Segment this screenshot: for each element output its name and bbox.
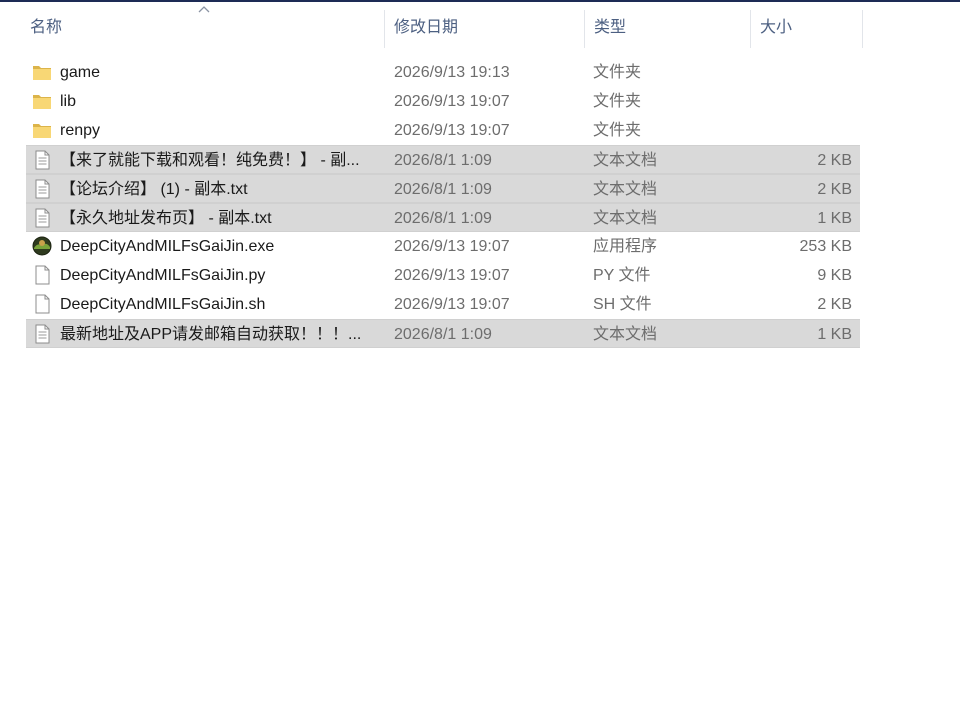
folder-icon — [32, 91, 52, 111]
file-type: 应用程序 — [593, 238, 658, 255]
blank-file-icon — [32, 294, 52, 314]
file-size: 9 KB — [817, 267, 852, 284]
folder-icon — [32, 62, 52, 82]
file-type: 文本文档 — [593, 210, 658, 227]
file-list: game 2026/9/13 19:13 文件夹 lib 2026/9/13 19:07… — [26, 58, 860, 348]
blank-file-icon — [32, 265, 52, 285]
file-name: 【论坛介绍】 (1) - 副本.txt — [60, 181, 248, 198]
column-divider[interactable] — [584, 10, 585, 48]
file-type: 文件夹 — [593, 64, 642, 81]
file-name: DeepCityAndMILFsGaiJin.py — [60, 267, 266, 284]
file-row[interactable]: lib 2026/9/13 19:07 文件夹 — [26, 87, 860, 116]
file-name: DeepCityAndMILFsGaiJin.exe — [60, 238, 275, 255]
file-size: 253 KB — [799, 238, 852, 255]
file-row[interactable]: 【永久地址发布页】 - 副本.txt 2026/8/1 1:09 文本文档 1 KB — [26, 203, 860, 232]
column-header-type[interactable]: 类型 — [586, 2, 750, 48]
file-type: 文件夹 — [593, 93, 642, 110]
file-modified-date: 2026/8/1 1:09 — [394, 210, 492, 227]
file-row[interactable]: DeepCityAndMILFsGaiJin.exe 2026/9/13 19:0… — [26, 232, 860, 261]
text-file-icon — [32, 208, 52, 228]
file-explorer-window: 名称 修改日期 类型 大小 game 2026/9/13 19:13 文件夹 lib 2… — [0, 0, 960, 710]
file-type: 文本文档 — [593, 152, 658, 169]
folder-icon — [32, 120, 52, 140]
file-modified-date: 2026/8/1 1:09 — [394, 152, 492, 169]
file-size: 2 KB — [817, 181, 852, 198]
file-size: 1 KB — [817, 210, 852, 227]
file-name: renpy — [60, 122, 101, 139]
file-type: 文本文档 — [593, 181, 658, 198]
file-modified-date: 2026/9/13 19:07 — [394, 122, 510, 139]
file-modified-date: 2026/9/13 19:07 — [394, 296, 510, 313]
file-modified-date: 2026/9/13 19:13 — [394, 64, 510, 81]
file-row[interactable]: game 2026/9/13 19:13 文件夹 — [26, 58, 860, 87]
file-modified-date: 2026/9/13 19:07 — [394, 267, 510, 284]
column-header-date[interactable]: 修改日期 — [386, 2, 584, 48]
file-size: 2 KB — [817, 152, 852, 169]
file-type: 文本文档 — [593, 326, 658, 343]
column-header-bar: 名称 修改日期 类型 大小 — [0, 2, 864, 48]
text-file-icon — [32, 179, 52, 199]
exe-icon — [32, 236, 52, 256]
file-name: 最新地址及APP请发邮箱自动获取！！！... — [60, 326, 362, 343]
file-size: 2 KB — [817, 296, 852, 313]
file-modified-date: 2026/9/13 19:07 — [394, 93, 510, 110]
file-row[interactable]: 最新地址及APP请发邮箱自动获取！！！... 2026/8/1 1:09 文本文档 1… — [26, 319, 860, 348]
file-type: 文件夹 — [593, 122, 642, 139]
file-row[interactable]: 【论坛介绍】 (1) - 副本.txt 2026/8/1 1:09 文本文档 2 KB — [26, 174, 860, 203]
column-divider[interactable] — [750, 10, 751, 48]
file-row[interactable]: DeepCityAndMILFsGaiJin.sh 2026/9/13 19:07… — [26, 290, 860, 319]
text-file-icon — [32, 150, 52, 170]
column-header-size[interactable]: 大小 — [752, 2, 862, 48]
file-row[interactable]: DeepCityAndMILFsGaiJin.py 2026/9/13 19:07… — [26, 261, 860, 290]
column-header-name[interactable]: 名称 — [22, 2, 384, 48]
file-size: 1 KB — [817, 326, 852, 343]
text-file-icon — [32, 324, 52, 344]
file-name: 【来了就能下载和观看！纯免费！】 - 副... — [60, 152, 360, 169]
file-row[interactable]: renpy 2026/9/13 19:07 文件夹 — [26, 116, 860, 145]
file-name: lib — [60, 93, 77, 110]
file-type: PY 文件 — [593, 267, 651, 284]
file-modified-date: 2026/9/13 19:07 — [394, 238, 510, 255]
file-modified-date: 2026/8/1 1:09 — [394, 326, 492, 343]
column-divider[interactable] — [384, 10, 385, 48]
column-divider[interactable] — [862, 10, 863, 48]
file-name: game — [60, 64, 101, 81]
file-name: 【永久地址发布页】 - 副本.txt — [60, 210, 272, 227]
file-name: DeepCityAndMILFsGaiJin.sh — [60, 296, 266, 313]
file-modified-date: 2026/8/1 1:09 — [394, 181, 492, 198]
file-type: SH 文件 — [593, 296, 652, 313]
file-row[interactable]: 【来了就能下载和观看！纯免费！】 - 副... 2026/8/1 1:09 文本文档… — [26, 145, 860, 174]
